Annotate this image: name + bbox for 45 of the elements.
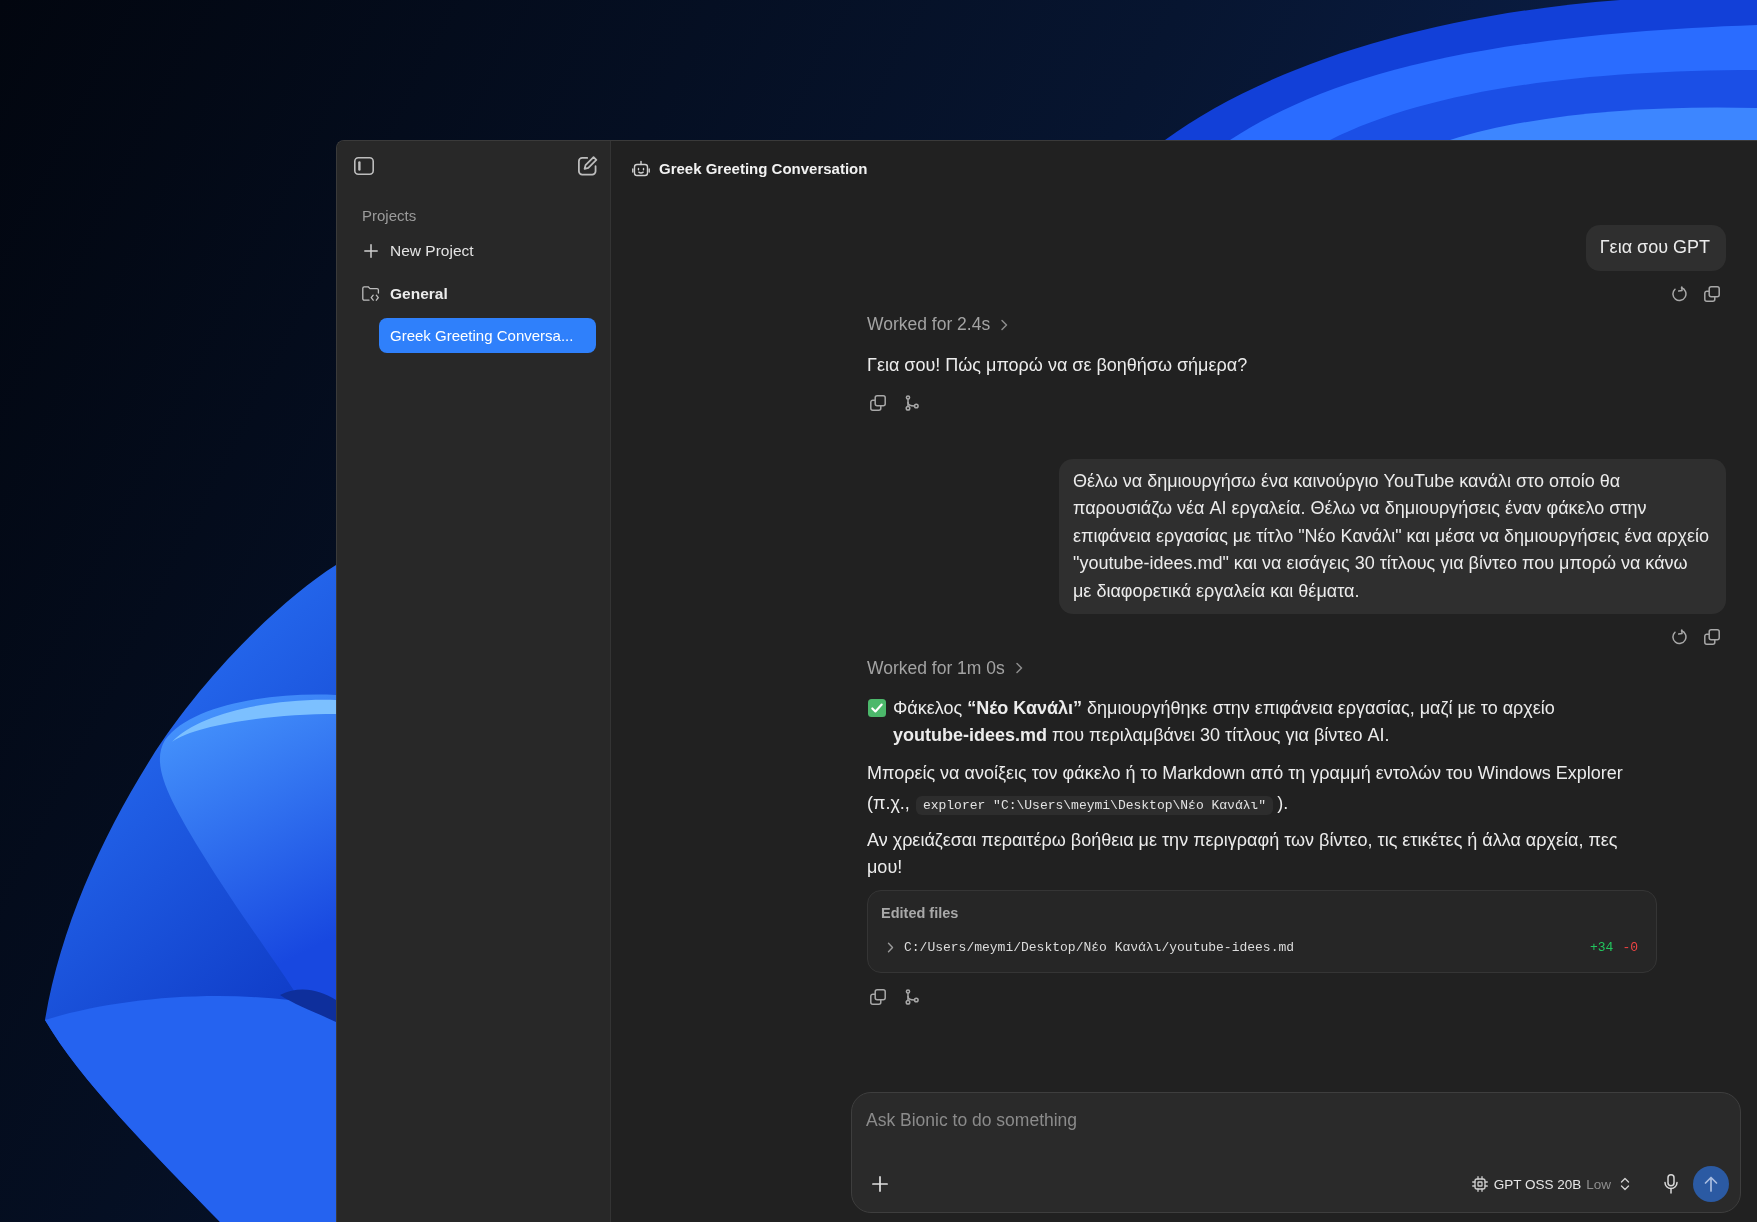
plus-icon: [364, 244, 378, 258]
chevron-up-down-icon[interactable]: [1620, 1177, 1630, 1191]
lines-removed: -0: [1622, 939, 1638, 955]
copy-icon: [870, 989, 886, 1005]
assistant-message: Φάκελος “Νέο Κανάλι” δημιουργήθηκε στην επιφάνεια εργασίας, μαζί με το αρχείο youtube-idees.md που περιλαμβάνει 30 τίτλους για βίντεο AI.: [893, 697, 1556, 747]
branch-icon: [905, 989, 919, 1005]
conversation-title: Greek Greeting Conversation: [659, 159, 868, 177]
new-chat-button[interactable]: [578, 156, 598, 176]
compose-icon: [578, 156, 598, 176]
effort-level[interactable]: Low: [1586, 1176, 1611, 1192]
sidebar-toggle-button[interactable]: [354, 156, 374, 176]
assistant-message: Μπορείς να ανοίξεις τον φάκελο ή το Markdown από τη γραμμή εντολών του Windows Explorer (π.χ., explorer "C:\Users\meymi\Desktop\Νέο Κανάλι" ).: [867, 762, 1624, 817]
chip-icon: [1471, 1176, 1488, 1192]
branch-icon: [905, 394, 919, 411]
copy-icon: [870, 394, 886, 411]
chevron-icon[interactable]: [887, 941, 894, 953]
robot-icon: [632, 159, 650, 177]
project-item[interactable]: General: [362, 280, 448, 308]
user-message: Θέλω να δημιουργήσω ένα καινούργιο YouTube κανάλι στο οποίο θα παρουσιάζω νέα AI εργαλεία. Θέλω να δημιουργήσεις έναν φάκελο στην επιφάνεια εργασίας με τίτλο "Νέο Κανάλι" και μέσα να δημιουργήσεις ένα αρχείο "youtube-idees.md" και να εισάγεις 30 τίτλους για βίντεο που μπορώ να κάνω με διαφορετικά εργαλεία και θέματα.: [1059, 458, 1726, 614]
plus-icon: [872, 1176, 888, 1192]
new-project-button[interactable]: New Project: [364, 237, 474, 265]
user-message: Γεια σου GPT: [1585, 225, 1726, 271]
worked-toggle[interactable]: Worked for 2.4s: [867, 312, 1009, 337]
message-input[interactable]: Ask Bionic to do something: [866, 1107, 1729, 1133]
model-name[interactable]: GPT OSS 20B: [1493, 1176, 1582, 1192]
microphone-icon: [1664, 1174, 1678, 1194]
assistant-message: Αν χρειάζεσαι περαιτέρω βοήθεια με την περιγραφή των βίντεο, τις ετικέτες ή άλλα αρχεία, πες μου!: [867, 829, 1619, 879]
section-title: Projects: [362, 206, 417, 226]
lines-added: +34: [1590, 939, 1614, 955]
inline-code: explorer "C:\Users\meymi\Desktop\Νέο Κανάλι": [915, 796, 1274, 815]
copy-button[interactable]: [1701, 626, 1723, 648]
sidebar-icon: [354, 157, 374, 175]
folder-code-icon: [362, 286, 380, 302]
copy-icon: [1704, 629, 1720, 645]
refresh-icon: [1671, 629, 1687, 645]
refresh-icon: [1671, 285, 1687, 302]
copy-button[interactable]: [867, 986, 889, 1008]
file-path[interactable]: C:/Users/meymi/Desktop/Νέο Κανάλι/youtube-idees.md: [904, 939, 1590, 955]
card-title: Edited files: [881, 904, 960, 923]
arrow-up-icon: [1704, 1176, 1718, 1192]
copy-icon: [1704, 285, 1720, 302]
worked-toggle[interactable]: Worked for 1m 0s: [867, 656, 1023, 680]
chat-item[interactable]: Greek Greeting Conversa...: [379, 318, 596, 353]
assistant-message: Γεια σου! Πώς μπορώ να σε βοηθήσω σήμερα?: [867, 353, 1249, 377]
check-icon: [868, 699, 886, 717]
